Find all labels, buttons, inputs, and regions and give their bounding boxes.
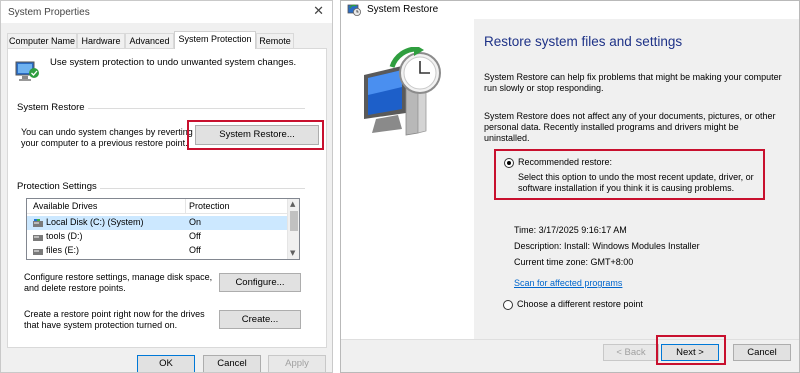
- drives-table-header: Available Drives Protection: [27, 199, 288, 214]
- column-separator: [185, 199, 186, 214]
- system-restore-group-label: System Restore: [17, 102, 88, 113]
- configure-button[interactable]: Configure...: [219, 273, 301, 292]
- system-protection-icon: [15, 61, 39, 81]
- choose-different-restore-point-radio[interactable]: [503, 300, 513, 310]
- recommended-restore-description: Select this option to undo the most rece…: [518, 172, 754, 193]
- column-protection[interactable]: Protection: [189, 201, 230, 211]
- back-button[interactable]: < Back: [603, 344, 659, 361]
- system-properties-window: System Properties ✕ Computer Name Hardwa…: [0, 0, 333, 373]
- close-icon[interactable]: ✕: [313, 4, 324, 19]
- cancel-button[interactable]: Cancel: [733, 344, 791, 361]
- restore-point-time: Time: 3/17/2025 9:16:17 AM: [514, 225, 627, 235]
- restore-point-description: Description: Install: Windows Modules In…: [514, 241, 700, 251]
- next-button[interactable]: Next >: [661, 344, 719, 361]
- system-drive-icon: [33, 219, 43, 227]
- protection-settings-group-label: Protection Settings: [17, 181, 100, 192]
- table-row[interactable]: files (E:) Off: [27, 244, 288, 258]
- drives-scrollbar[interactable]: ▲ ▼: [287, 199, 299, 259]
- tab-strip: Computer Name Hardware Advanced System P…: [7, 31, 332, 49]
- drive-icon: [33, 249, 43, 255]
- scrollbar-thumb[interactable]: [290, 211, 298, 231]
- apply-button[interactable]: Apply: [268, 355, 326, 372]
- create-button[interactable]: Create...: [219, 310, 301, 329]
- drive-protection: Off: [189, 245, 201, 255]
- title-bar[interactable]: System Properties ✕: [1, 1, 332, 23]
- wizard-side-panel: [341, 19, 474, 339]
- intro-text: Use system protection to undo unwanted s…: [50, 57, 297, 68]
- system-restore-description: You can undo system changes by reverting…: [21, 127, 193, 148]
- table-row[interactable]: tools (D:) Off: [27, 230, 288, 244]
- tab-system-protection[interactable]: System Protection: [174, 31, 256, 49]
- column-available-drives[interactable]: Available Drives: [33, 201, 97, 211]
- current-time-zone: Current time zone: GMT+8:00: [514, 257, 634, 267]
- ok-button[interactable]: OK: [137, 355, 195, 372]
- drive-protection: On: [189, 217, 202, 227]
- create-description: Create a restore point right now for the…: [24, 309, 205, 330]
- drive-protection: Off: [189, 231, 201, 241]
- window-title: System Restore: [367, 4, 439, 15]
- system-restore-illustration-icon: [364, 47, 441, 136]
- intro-paragraph: System Restore can help fix problems tha…: [484, 72, 782, 93]
- title-bar[interactable]: System Restore: [341, 1, 799, 19]
- wizard-footer: < Back Next > Cancel: [341, 339, 799, 372]
- tab-remote[interactable]: Remote: [256, 33, 294, 48]
- recommended-restore-label[interactable]: Recommended restore:: [518, 157, 612, 168]
- choose-different-restore-point-label[interactable]: Choose a different restore point: [517, 299, 643, 310]
- drive-icon: [33, 235, 43, 241]
- recommended-restore-radio[interactable]: [504, 158, 514, 168]
- system-restore-icon: [347, 4, 361, 16]
- scroll-up-icon[interactable]: ▲: [290, 200, 295, 208]
- tab-advanced[interactable]: Advanced: [125, 33, 174, 48]
- tab-computer-name[interactable]: Computer Name: [7, 33, 77, 48]
- configure-description: Configure restore settings, manage disk …: [24, 272, 213, 293]
- cancel-button[interactable]: Cancel: [203, 355, 261, 372]
- window-title: System Properties: [8, 7, 90, 18]
- tab-hardware[interactable]: Hardware: [77, 33, 125, 48]
- drive-name: tools (D:): [46, 231, 83, 241]
- scan-affected-programs-link[interactable]: Scan for affected programs: [514, 278, 622, 288]
- drives-table[interactable]: Available Drives Protection Local Disk (…: [26, 198, 300, 260]
- data-safety-paragraph: System Restore does not affect any of yo…: [484, 111, 776, 143]
- table-row[interactable]: Local Disk (C:) (System) On: [27, 216, 288, 230]
- system-restore-window: System Restore Restore system files and …: [340, 0, 800, 373]
- system-restore-button[interactable]: System Restore...: [195, 125, 319, 145]
- wizard-content: Restore system files and settings System…: [474, 19, 799, 339]
- page-title: Restore system files and settings: [484, 34, 683, 49]
- drive-name: files (E:): [46, 245, 80, 255]
- scroll-down-icon[interactable]: ▼: [290, 249, 295, 257]
- drive-name: Local Disk (C:) (System): [46, 217, 144, 227]
